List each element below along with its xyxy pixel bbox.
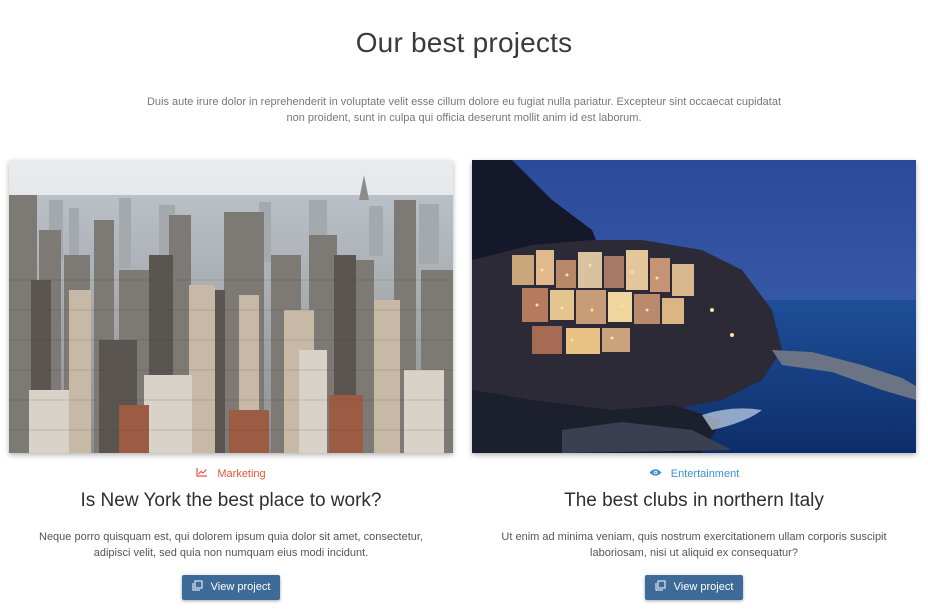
section-intro: Duis aute irure dolor in reprehenderit i… xyxy=(146,96,782,124)
project-description: Ut enim ad minima veniam, quis nostrum e… xyxy=(501,530,887,559)
view-project-label: View project xyxy=(210,581,271,594)
view-project-button[interactable]: View project xyxy=(645,574,743,600)
italian-coast-village-photo[interactable] xyxy=(472,160,916,453)
category-marketing[interactable]: Marketing xyxy=(9,467,453,481)
category-label: Entertainment xyxy=(670,468,740,481)
project-card-italy: Entertainment The best clubs in northern… xyxy=(472,160,916,600)
copy-icon xyxy=(655,580,666,594)
category-entertainment[interactable]: Entertainment xyxy=(472,467,916,481)
category-label: Marketing xyxy=(217,468,266,481)
new-york-skyline-photo[interactable] xyxy=(9,160,453,453)
chart-line-icon xyxy=(196,467,208,481)
project-title: The best clubs in northern Italy xyxy=(564,490,824,511)
view-project-button[interactable]: View project xyxy=(182,574,280,600)
eye-icon xyxy=(649,467,662,481)
project-title: Is New York the best place to work? xyxy=(80,490,382,511)
project-card-new-york: Marketing Is New York the best place to … xyxy=(9,160,453,600)
section-title: Our best projects xyxy=(355,26,573,58)
project-description: Neque porro quisquam est, qui dolorem ip… xyxy=(39,530,423,559)
view-project-label: View project xyxy=(673,581,734,594)
copy-icon xyxy=(192,580,203,594)
